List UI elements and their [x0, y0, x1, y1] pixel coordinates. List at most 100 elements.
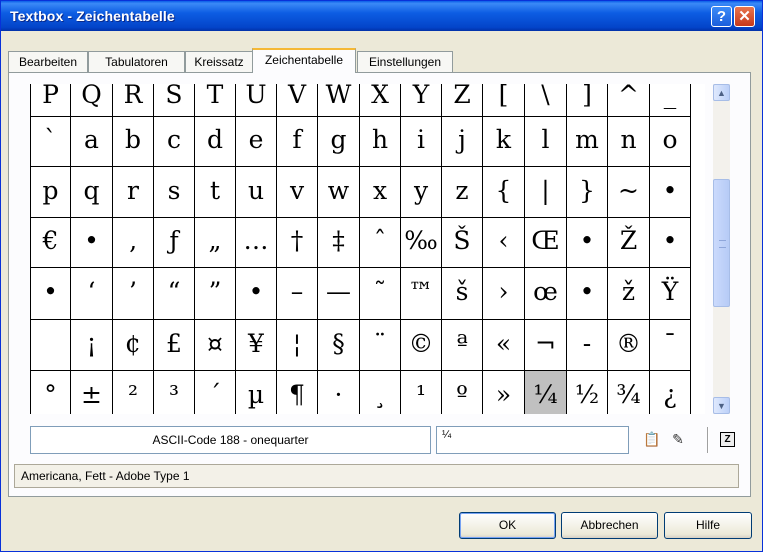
char-cell[interactable]: º: [442, 371, 483, 414]
char-cell[interactable]: ¿: [650, 371, 691, 414]
char-cell[interactable]: w: [318, 167, 360, 218]
char-cell[interactable]: §: [318, 320, 360, 371]
char-cell[interactable]: s: [154, 167, 195, 218]
z-icon[interactable]: Z: [720, 432, 735, 447]
char-cell[interactable]: «: [483, 320, 525, 371]
char-cell[interactable]: •: [567, 218, 608, 268]
char-cell[interactable]: p: [30, 167, 71, 218]
char-cell[interactable]: ´: [195, 371, 236, 414]
char-cell[interactable]: ¸: [360, 371, 401, 414]
char-cell[interactable]: •: [650, 167, 691, 218]
char-cell[interactable]: ‚: [113, 218, 154, 268]
char-cell[interactable]: b: [113, 117, 154, 167]
char-cell[interactable]: ¶: [277, 371, 318, 414]
char-cell[interactable]: a: [71, 117, 113, 167]
char-cell[interactable]: ¡: [71, 320, 113, 371]
char-cell[interactable]: ®: [608, 320, 650, 371]
char-cell[interactable]: l: [525, 117, 567, 167]
char-cell[interactable]: U: [236, 84, 277, 117]
char-cell[interactable]: X: [360, 84, 401, 117]
char-cell[interactable]: ¨: [360, 320, 401, 371]
char-cell[interactable]: ¯: [650, 320, 691, 371]
char-cell[interactable]: o: [650, 117, 691, 167]
char-cell[interactable]: ©: [401, 320, 442, 371]
char-cell[interactable]: r: [113, 167, 154, 218]
char-cell[interactable]: ½: [567, 371, 608, 414]
char-cell[interactable]: y: [401, 167, 442, 218]
char-cell[interactable]: •: [650, 218, 691, 268]
ok-button[interactable]: OK: [459, 512, 556, 539]
char-cell[interactable]: °: [30, 371, 71, 414]
char-cell[interactable]: š: [442, 268, 483, 320]
char-cell[interactable]: [30, 320, 71, 371]
char-cell[interactable]: Ž: [608, 218, 650, 268]
char-cell[interactable]: Œ: [525, 218, 567, 268]
tab-einstellungen[interactable]: Einstellungen: [357, 51, 453, 72]
char-cell[interactable]: Q: [71, 84, 113, 117]
char-cell[interactable]: „: [195, 218, 236, 268]
char-cell[interactable]: v: [277, 167, 318, 218]
selected-char-field[interactable]: ¼: [436, 426, 629, 454]
char-cell[interactable]: ˜: [360, 268, 401, 320]
char-cell[interactable]: ª: [442, 320, 483, 371]
char-cell[interactable]: u: [236, 167, 277, 218]
char-cell[interactable]: k: [483, 117, 525, 167]
char-cell[interactable]: h: [360, 117, 401, 167]
close-button[interactable]: ✕: [734, 6, 755, 27]
char-cell[interactable]: ·: [318, 371, 360, 414]
cancel-button[interactable]: Abbrechen: [561, 512, 658, 539]
char-cell[interactable]: ™: [401, 268, 442, 320]
char-cell[interactable]: _: [650, 84, 691, 117]
char-cell[interactable]: d: [195, 117, 236, 167]
char-cell[interactable]: q: [71, 167, 113, 218]
tab-zeichentabelle[interactable]: Zeichentabelle: [252, 48, 356, 73]
char-cell[interactable]: ¹: [401, 371, 442, 414]
char-cell[interactable]: z: [442, 167, 483, 218]
char-cell[interactable]: ¥: [236, 320, 277, 371]
char-cell[interactable]: ž: [608, 268, 650, 320]
char-cell[interactable]: Š: [442, 218, 483, 268]
char-cell[interactable]: ]: [567, 84, 608, 117]
char-cell[interactable]: {: [483, 167, 525, 218]
char-cell[interactable]: •: [236, 268, 277, 320]
char-cell[interactable]: ²: [113, 371, 154, 414]
char-cell[interactable]: —: [318, 268, 360, 320]
char-cell[interactable]: •: [71, 218, 113, 268]
char-cell[interactable]: •: [30, 268, 71, 320]
char-cell[interactable]: T: [195, 84, 236, 117]
char-cell[interactable]: ^: [608, 84, 650, 117]
eraser-icon[interactable]: ✎: [667, 428, 689, 450]
char-cell[interactable]: m: [567, 117, 608, 167]
char-cell[interactable]: –: [277, 268, 318, 320]
char-cell[interactable]: ³: [154, 371, 195, 414]
help-title-button[interactable]: ?: [711, 6, 732, 27]
char-cell[interactable]: †: [277, 218, 318, 268]
char-cell[interactable]: ¬: [525, 320, 567, 371]
char-cell[interactable]: ‰: [401, 218, 442, 268]
char-cell[interactable]: ‡: [318, 218, 360, 268]
char-cell[interactable]: [: [483, 84, 525, 117]
char-cell[interactable]: \: [525, 84, 567, 117]
char-cell[interactable]: “: [154, 268, 195, 320]
char-cell[interactable]: |: [525, 167, 567, 218]
char-cell[interactable]: ¤: [195, 320, 236, 371]
tab-bearbeiten[interactable]: Bearbeiten: [8, 51, 88, 72]
char-cell[interactable]: R: [113, 84, 154, 117]
char-cell[interactable]: f: [277, 117, 318, 167]
char-cell[interactable]: ‹: [483, 218, 525, 268]
char-cell[interactable]: Y: [401, 84, 442, 117]
paste-icon[interactable]: 📋: [641, 428, 663, 450]
char-cell[interactable]: }: [567, 167, 608, 218]
char-cell[interactable]: j: [442, 117, 483, 167]
char-cell[interactable]: ‘: [71, 268, 113, 320]
char-cell[interactable]: V: [277, 84, 318, 117]
char-cell[interactable]: i: [401, 117, 442, 167]
char-cell[interactable]: n: [608, 117, 650, 167]
char-cell[interactable]: S: [154, 84, 195, 117]
char-cell[interactable]: t: [195, 167, 236, 218]
char-cell[interactable]: ¦: [277, 320, 318, 371]
char-cell[interactable]: €: [30, 218, 71, 268]
char-cell[interactable]: £: [154, 320, 195, 371]
scroll-up-button[interactable]: ▲: [713, 84, 730, 101]
char-cell[interactable]: •: [567, 268, 608, 320]
